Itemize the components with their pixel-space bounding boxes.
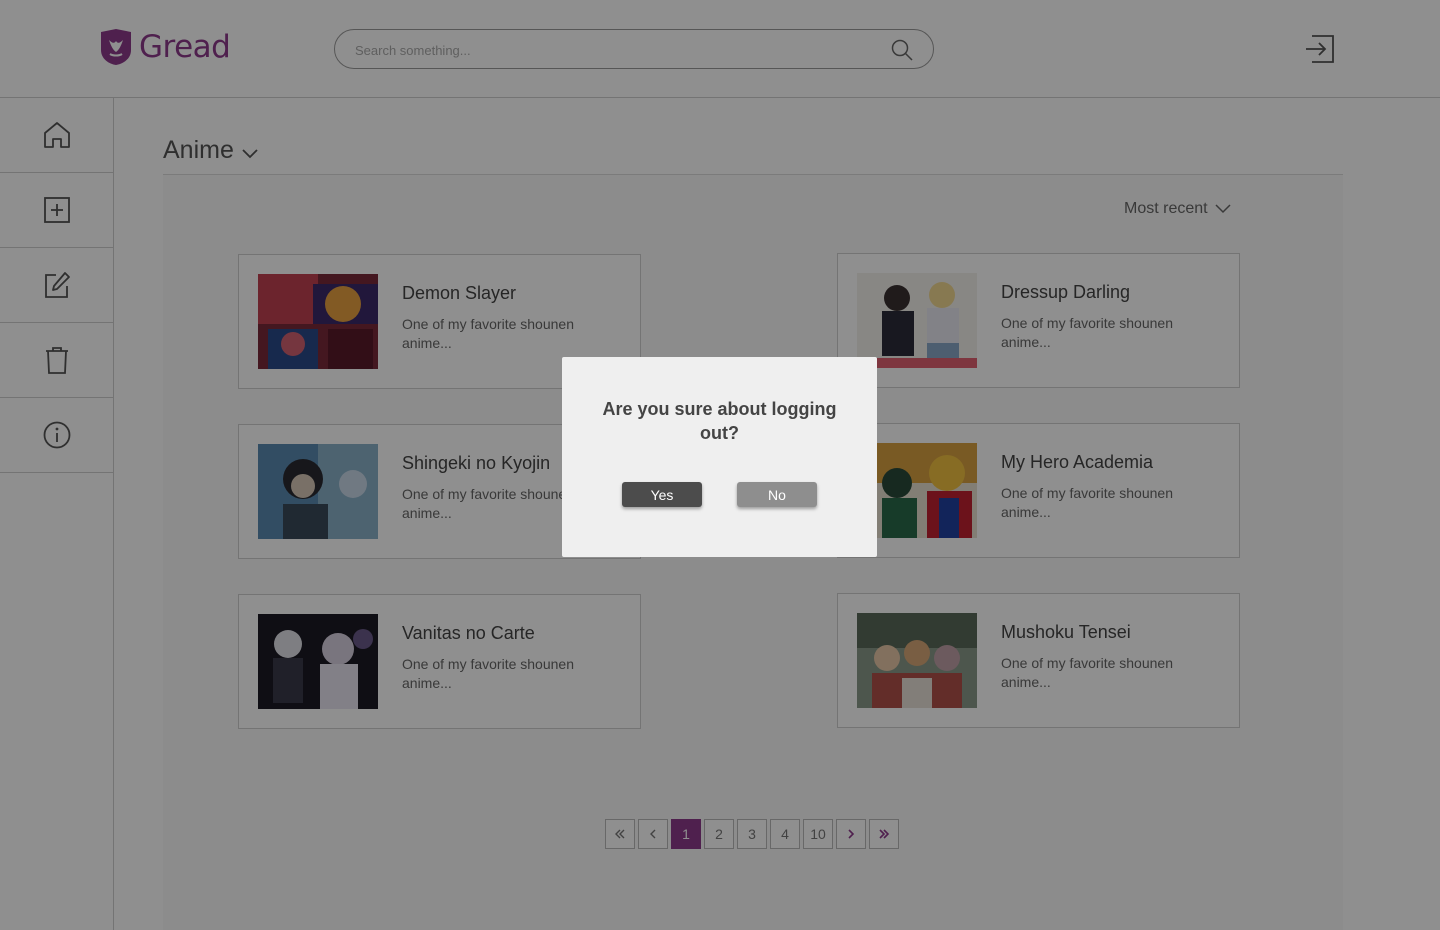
dialog-message: Are you sure about logging out?: [602, 399, 837, 443]
confirm-yes-button[interactable]: Yes: [622, 482, 702, 507]
logout-confirm-dialog: Are you sure about logging out? Yes No: [562, 357, 877, 557]
confirm-no-button[interactable]: No: [737, 482, 817, 507]
